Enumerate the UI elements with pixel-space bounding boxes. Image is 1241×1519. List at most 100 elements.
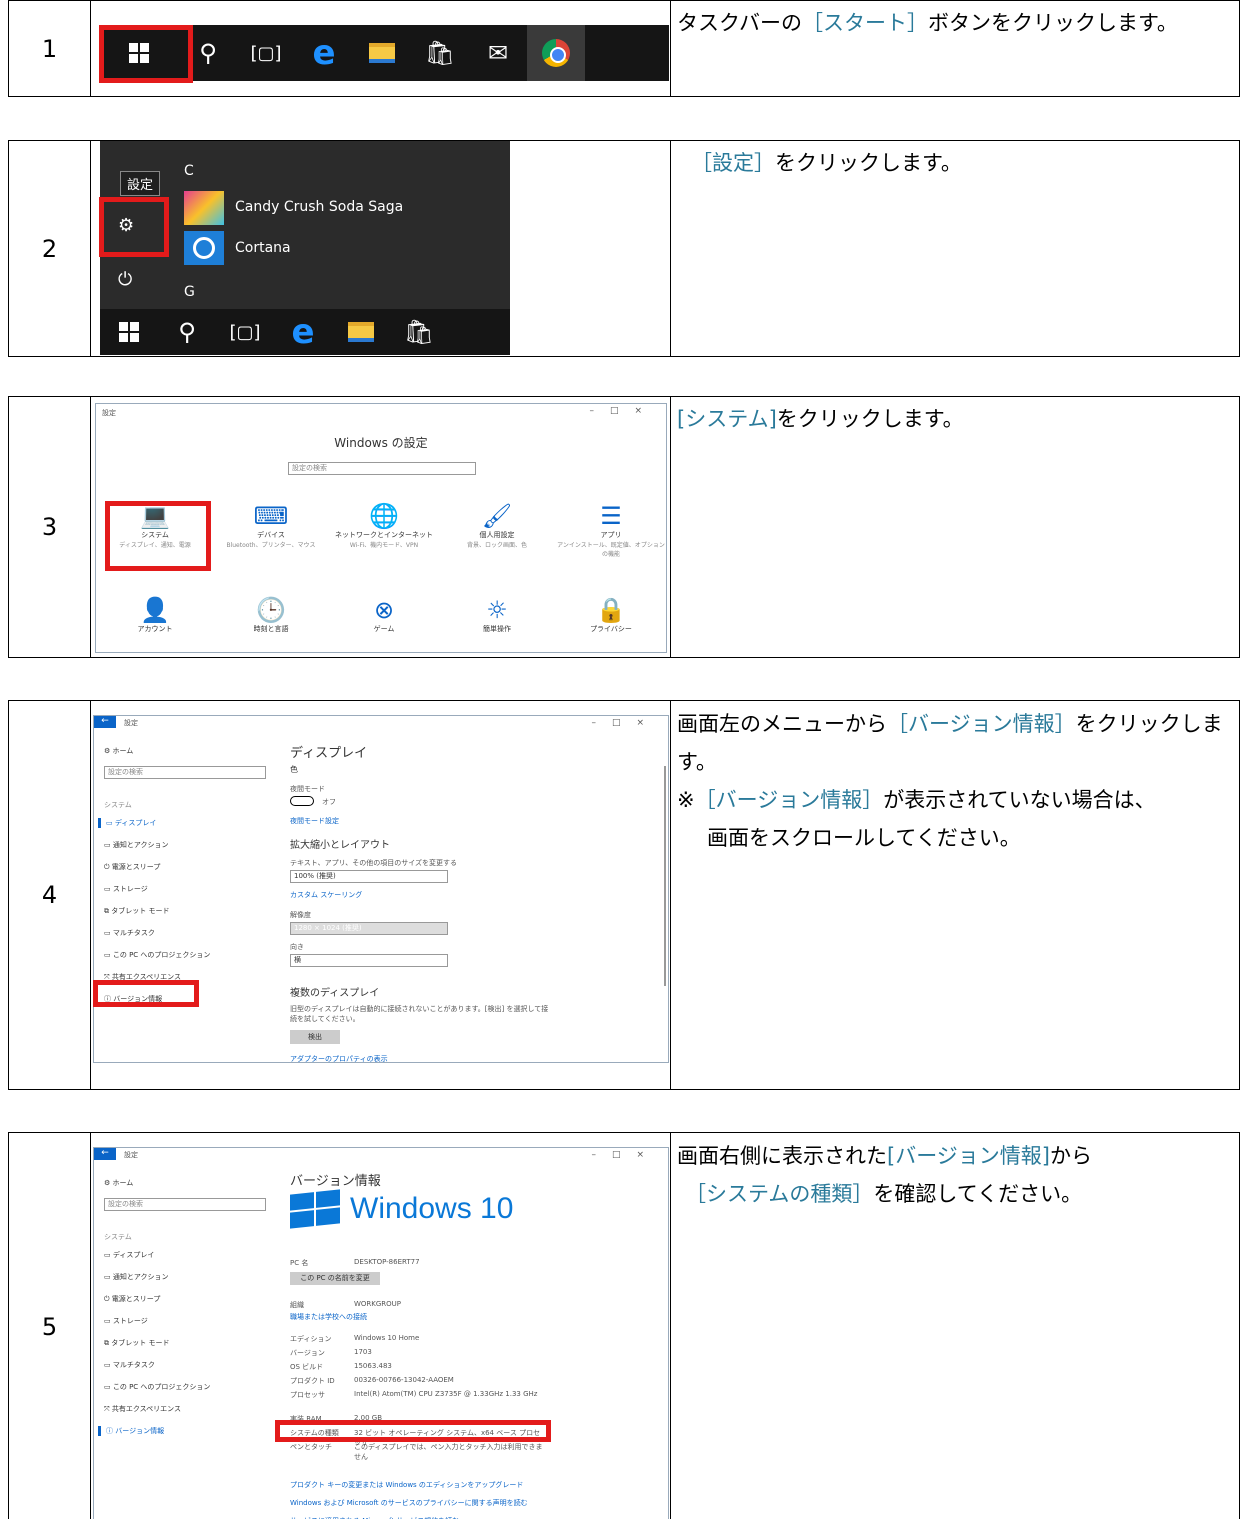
folder-icon[interactable] xyxy=(353,25,411,81)
settings-tile-personalize[interactable]: 🖌 個人用設定 背景、ロック画面、色 xyxy=(442,502,552,549)
side-menu-item[interactable]: ▭ マルチタスク xyxy=(104,928,155,938)
side-menu-item[interactable]: ⓘ バージョン情報 xyxy=(98,1426,164,1436)
search-input[interactable]: 設定の検索 xyxy=(104,766,266,779)
tile-label: 時刻と言語 xyxy=(253,625,289,633)
home-item[interactable]: ⚙ ホーム xyxy=(104,746,133,756)
detect-button[interactable]: 検出 xyxy=(290,1030,340,1044)
text: をクリックします。 xyxy=(775,151,962,175)
side-menu-item[interactable]: ⧉ タブレット モード xyxy=(104,906,169,916)
side-menu-item[interactable]: ▭ マルチタスク xyxy=(104,1360,155,1370)
menu-item-icon: ⓘ xyxy=(106,1427,116,1435)
letter-c: C xyxy=(184,163,194,179)
start-button[interactable] xyxy=(100,309,158,355)
window-label: 設定 xyxy=(124,1151,138,1159)
ease-of-access-icon: ☼ xyxy=(486,596,508,624)
side-menu-item[interactable]: ▭ 通知とアクション xyxy=(104,1272,169,1282)
settings-tile-ease-of-access[interactable]: ☼ 簡単操作 xyxy=(442,596,552,634)
side-menu-item[interactable]: ⏻ 電源とスリープ xyxy=(104,1294,160,1304)
settings-tile-account[interactable]: 👤 アカウント xyxy=(100,596,210,634)
highlight-text: [バージョン情報] xyxy=(887,1144,1050,1168)
night-mode-link[interactable]: 夜間モード設定 xyxy=(290,816,339,826)
menu-item-label: 通知とアクション xyxy=(112,841,169,849)
app-name[interactable]: Candy Crush Soda Saga xyxy=(235,199,403,215)
custom-scaling-link[interactable]: カスタム スケーリング xyxy=(290,890,362,900)
info-link[interactable]: プロダクト キーの変更または Windows のエディションをアップグレード xyxy=(290,1480,523,1490)
text: 画面左のメニューから xyxy=(677,712,887,736)
org-label: 組織 xyxy=(290,1301,304,1309)
mail-icon[interactable]: ✉ xyxy=(469,25,527,81)
store-icon[interactable]: 🛍 xyxy=(411,25,469,81)
edge-icon[interactable]: e xyxy=(274,309,332,355)
settings-tile-globe[interactable]: 🌐 ネットワークとインターネット Wi-Fi、機内モード、VPN xyxy=(329,502,439,549)
adapter-link[interactable]: アダプターのプロパティの表示 xyxy=(290,1054,388,1064)
side-menu-item[interactable]: ▭ ストレージ xyxy=(104,1316,148,1326)
search-icon[interactable]: ⚲ xyxy=(158,309,216,355)
side-menu-item[interactable]: ⤧ 共有エクスペリエンス xyxy=(104,1404,181,1414)
menu-item-label: ディスプレイ xyxy=(112,1251,155,1259)
task-view-icon[interactable]: [▢] xyxy=(216,309,274,355)
side-menu-item[interactable]: ▭ この PC へのプロジェクション xyxy=(104,1382,210,1392)
settings-tile-devices[interactable]: ⌨ デバイス Bluetooth、プリンター、マウス xyxy=(216,502,326,549)
apps-icon: ☰ xyxy=(600,502,622,530)
spec-value: このディスプレイでは、ペン入力とタッチ入力は利用できません xyxy=(354,1443,543,1461)
note-mark: ※ xyxy=(677,788,695,812)
power-icon[interactable]: ⏻ xyxy=(118,269,132,290)
step-number: 5 xyxy=(9,1133,91,1519)
folder-icon[interactable] xyxy=(332,309,390,355)
night-mode-toggle[interactable] xyxy=(290,796,314,806)
chrome-icon[interactable] xyxy=(527,25,585,81)
menu-item-label: この PC へのプロジェクション xyxy=(112,951,211,959)
devices-icon: ⌨ xyxy=(253,502,289,530)
spec-value: 00326-00766-13042-AAOEM xyxy=(354,1376,454,1384)
task-view-icon[interactable]: [▢] xyxy=(237,25,295,81)
side-menu-item[interactable]: ▭ ストレージ xyxy=(104,884,148,894)
menu-item-icon: ▭ xyxy=(104,885,113,893)
back-button[interactable]: ← xyxy=(94,716,116,728)
settings-tile-time-language[interactable]: 🕒 時刻と言語 xyxy=(216,596,326,634)
menu-item-icon: ▭ xyxy=(104,929,113,937)
orientation-select[interactable]: 横 xyxy=(290,954,448,967)
step-text: 画面右側に表示された[バージョン情報]から ［システムの種類］を確認してください… xyxy=(671,1133,1239,1519)
store-icon[interactable]: 🛍 xyxy=(390,309,448,355)
display-heading: ディスプレイ xyxy=(290,746,368,761)
cortana-tile[interactable] xyxy=(184,231,224,265)
app-name[interactable]: Cortana xyxy=(235,240,291,256)
candy-crush-tile[interactable] xyxy=(184,191,224,225)
windows-flag-icon xyxy=(290,1189,340,1229)
scale-select[interactable]: 100% (推奨) xyxy=(290,870,448,883)
settings-tile-xbox[interactable]: ⊗ ゲーム xyxy=(329,596,439,634)
personalize-icon: 🖌 xyxy=(481,502,513,530)
window-label: 設定 xyxy=(124,719,138,727)
multi-display-heading: 複数のディスプレイ xyxy=(290,988,380,999)
resolution-select[interactable]: 1280 × 1024 (推奨) xyxy=(290,922,448,935)
edge-icon[interactable]: e xyxy=(295,25,353,81)
side-menu-item[interactable]: ▭ 通知とアクション xyxy=(104,840,169,850)
settings-window: ← 設定 –□× ⚙ ホーム 設定の検索 システム ▭ ディスプレイ ▭ 通知とア… xyxy=(93,715,669,1063)
home-item[interactable]: ⚙ ホーム xyxy=(104,1178,133,1188)
highlight-box xyxy=(275,1420,551,1442)
search-input[interactable]: 設定の検索 xyxy=(288,462,476,475)
search-input[interactable]: 設定の検索 xyxy=(104,1198,266,1211)
side-menu-item[interactable]: ▭ この PC へのプロジェクション xyxy=(104,950,210,960)
highlight-text: ［バージョン情報］ xyxy=(694,788,884,812)
info-link[interactable]: Windows および Microsoft のサービスのプライバシーに関する声明… xyxy=(290,1498,528,1508)
side-menu-item[interactable]: ⏻ 電源とスリープ xyxy=(104,862,160,872)
account-icon: 👤 xyxy=(140,596,170,624)
menu-item-label: ディスプレイ xyxy=(114,819,157,827)
settings-tile-lock[interactable]: 🔒 プライバシー xyxy=(556,596,666,634)
scrollbar[interactable] xyxy=(664,766,666,986)
windows-logo: Windows 10 xyxy=(290,1189,514,1229)
work-school-link[interactable]: 職場または学校への接続 xyxy=(290,1312,367,1322)
rename-button[interactable]: この PC の名前を変更 xyxy=(290,1272,380,1285)
menu-item-label: 共有エクスペリエンス xyxy=(111,1405,181,1413)
side-menu-item[interactable]: ▭ ディスプレイ xyxy=(98,818,156,828)
settings-tile-apps[interactable]: ☰ アプリ アンインストール、既定値、オプションの機能 xyxy=(556,502,666,558)
side-menu-item[interactable]: ⧉ タブレット モード xyxy=(104,1338,169,1348)
tile-subtitle: Bluetooth、プリンター、マウス xyxy=(226,542,316,549)
highlight-box xyxy=(93,980,199,1007)
toggle-state: オフ xyxy=(322,798,336,806)
side-menu-item[interactable]: ▭ ディスプレイ xyxy=(104,1250,154,1260)
tile-label: ネットワークとインターネット xyxy=(335,531,433,539)
windows-logo-text: Windows 10 xyxy=(350,1192,514,1225)
back-button[interactable]: ← xyxy=(94,1148,116,1160)
